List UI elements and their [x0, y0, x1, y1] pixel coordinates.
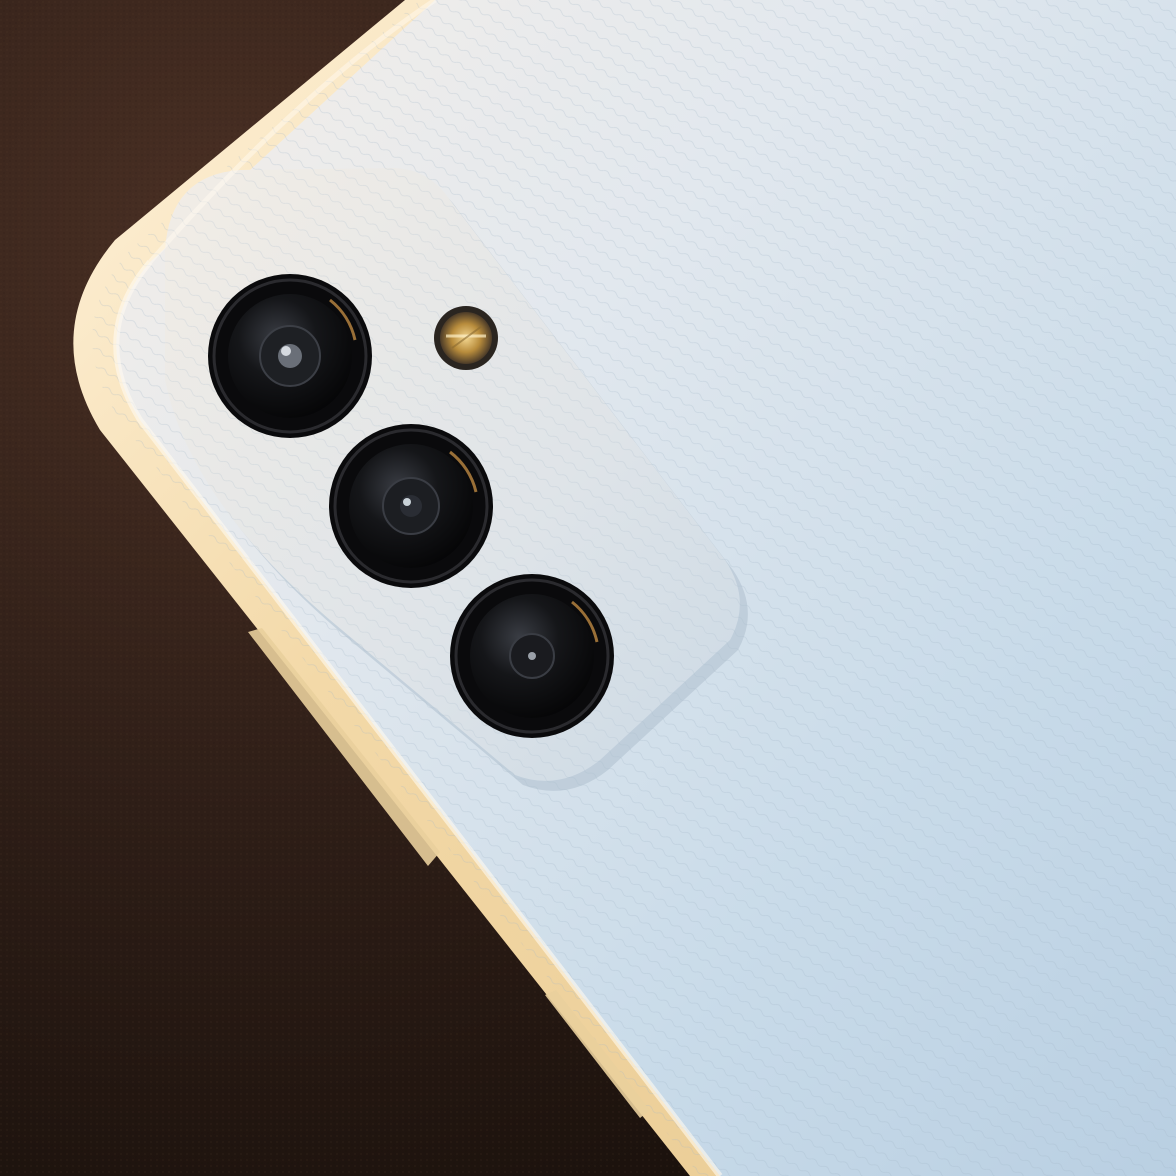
main-camera-lens: [208, 274, 372, 438]
depth-camera-lens: [450, 574, 614, 738]
phone-photo: [0, 0, 1176, 1176]
led-flash: [434, 306, 498, 370]
ultrawide-camera-lens: [329, 424, 493, 588]
